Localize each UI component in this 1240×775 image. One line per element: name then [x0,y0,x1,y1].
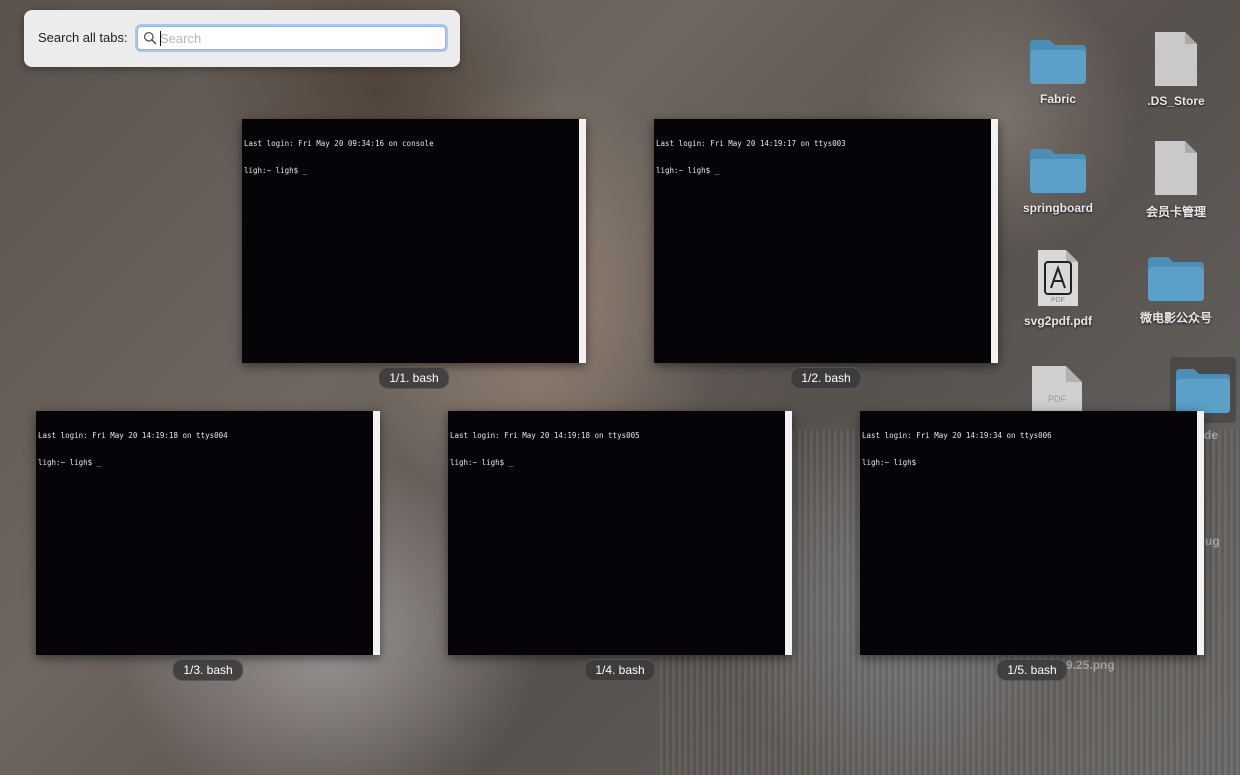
terminal-prompt: ligh:~ ligh$ _ [450,458,514,467]
search-label: Search all tabs: [38,30,128,45]
scrollbar [991,119,998,363]
desktop-item-membership-card[interactable]: 会员卡管理 [1121,139,1231,220]
tab-thumbnail-4[interactable]: Last login: Fri May 20 14:19:18 on ttys0… [448,411,792,655]
folder-icon [1030,40,1086,84]
folder-icon [1176,369,1230,413]
desktop-item-ds-store[interactable]: .DS_Store [1121,30,1231,108]
folder-icon [1148,257,1204,301]
terminal-output: Last login: Fri May 20 09:34:16 on conso… [244,121,576,193]
tab-thumbnail-2[interactable]: Last login: Fri May 20 14:19:17 on ttys0… [654,119,998,363]
desktop-item-label: springboard [1022,201,1093,215]
tab-thumbnail-1[interactable]: Last login: Fri May 20 09:34:16 on conso… [242,119,586,363]
terminal-prompt: ligh:~ ligh$ _ [244,166,308,175]
terminal-prompt: ligh:~ ligh$ _ [38,458,102,467]
desktop-item-label-fragment: ug [1205,534,1220,548]
terminal-prompt: ligh:~ ligh$ [862,458,917,467]
search-icon [143,31,157,45]
desktop-item-label: .DS_Store [1147,94,1205,108]
terminal-output: Last login: Fri May 20 14:19:34 on ttys0… [862,413,1194,485]
scrollbar [579,119,586,363]
desktop-item-label: Fabric [1039,92,1076,106]
desktop-item-svg2pdf[interactable]: PDF svg2pdf.pdf [1003,248,1113,328]
tab-thumbnail-3[interactable]: Last login: Fri May 20 14:19:18 on ttys0… [36,411,380,655]
tab-label[interactable]: 1/4. bash [584,659,656,681]
desktop-item-label: 会员卡管理 [1145,205,1206,219]
desktop-item-label: 微电影公众号 [1139,311,1212,325]
desktop-background: Fabric .DS_Store springboard 会员卡管理 PDF s… [0,0,1240,775]
pdf-icon: PDF [1038,250,1078,306]
terminal-prompt: ligh:~ ligh$ _ [656,166,720,175]
terminal-output: Last login: Fri May 20 14:19:17 on ttys0… [656,121,988,193]
search-input[interactable] [160,29,440,47]
terminal-line: Last login: Fri May 20 14:19:18 on ttys0… [450,431,640,440]
scrollbar [373,411,380,655]
tab-label[interactable]: 1/3. bash [172,659,244,681]
search-box[interactable] [137,26,446,50]
tab-thumbnail-5[interactable]: Last login: Fri May 20 14:19:34 on ttys0… [860,411,1204,655]
desktop-item-label-fragment: 9.25.png [1066,658,1115,672]
document-icon [1155,141,1197,195]
tab-label[interactable]: 1/2. bash [790,367,862,389]
text-caret [160,31,161,46]
tab-label[interactable]: 1/1. bash [378,367,450,389]
terminal-line: Last login: Fri May 20 14:19:17 on ttys0… [656,139,846,148]
desktop-item-fabric[interactable]: Fabric [1003,36,1113,106]
desktop-item-label: svg2pdf.pdf [1024,314,1092,328]
folder-icon [1030,149,1086,193]
pdf-icon: PDF [1032,366,1082,412]
terminal-line: Last login: Fri May 20 14:19:18 on ttys0… [38,431,228,440]
desktop-item-springboard[interactable]: springboard [1003,145,1113,215]
tab-label[interactable]: 1/5. bash [996,659,1068,681]
scrollbar [1197,411,1204,655]
terminal-line: Last login: Fri May 20 09:34:16 on conso… [244,139,434,148]
document-icon [1155,32,1197,86]
desktop-item-micro-film[interactable]: 微电影公众号 [1121,253,1231,326]
terminal-output: Last login: Fri May 20 14:19:18 on ttys0… [38,413,370,485]
desktop-item-label-fragment: de [1204,428,1219,442]
scrollbar [785,411,792,655]
svg-text:PDF: PDF [1051,297,1065,304]
terminal-line: Last login: Fri May 20 14:19:34 on ttys0… [862,431,1052,440]
terminal-output: Last login: Fri May 20 14:19:18 on ttys0… [450,413,782,485]
svg-text:PDF: PDF [1048,394,1067,404]
search-panel: Search all tabs: [24,10,460,67]
